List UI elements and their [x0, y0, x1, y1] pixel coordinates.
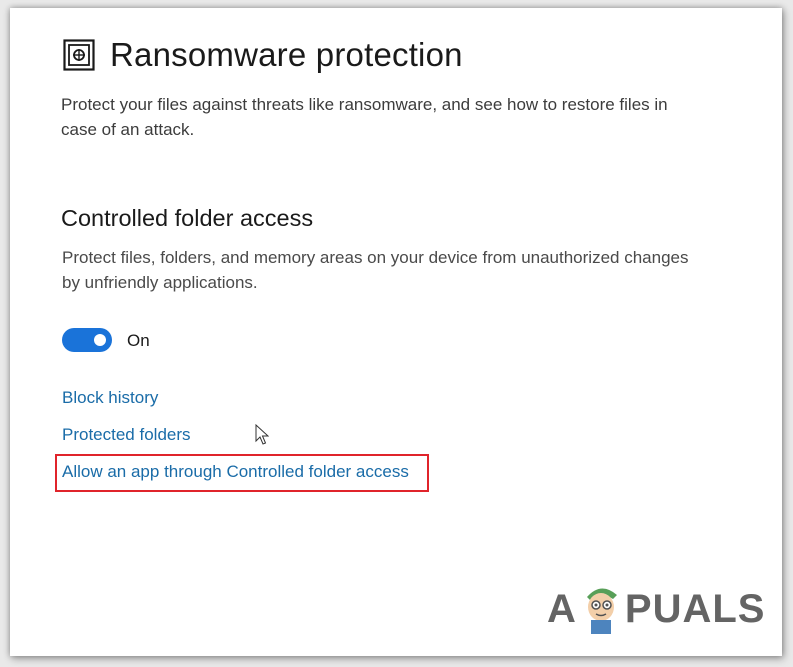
block-history-link[interactable]: Block history: [62, 388, 158, 408]
page-header: Ransomware protection: [62, 36, 463, 74]
protected-folders-link[interactable]: Protected folders: [62, 425, 191, 445]
controlled-folder-access-toggle[interactable]: [62, 328, 112, 352]
section-title: Controlled folder access: [61, 205, 314, 231]
toggle-knob: [94, 334, 106, 346]
settings-panel: Ransomware protection Protect your files…: [10, 8, 782, 656]
appuals-watermark: A PUALS: [547, 583, 765, 635]
page-description: Protect your files against threats like …: [61, 95, 668, 139]
section-description: Protect files, folders, and memory areas…: [62, 248, 689, 292]
ransomware-protection-icon: [62, 38, 96, 72]
mouse-pointer-icon: [255, 423, 270, 451]
mascot-icon: [579, 583, 623, 635]
watermark-text: PUALS: [624, 586, 766, 631]
highlight-box: [55, 454, 429, 492]
toggle-state-label: On: [127, 331, 150, 350]
page-title: Ransomware protection: [110, 36, 463, 73]
watermark-letter-a: A: [547, 586, 577, 631]
